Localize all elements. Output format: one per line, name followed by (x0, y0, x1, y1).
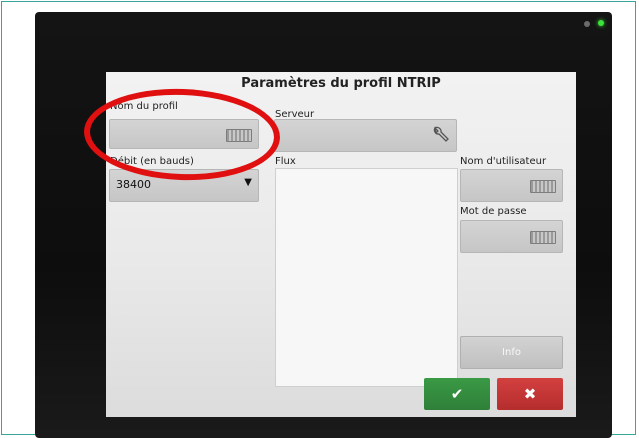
baud-rate-value: 38400 (116, 178, 151, 191)
username-field[interactable] (460, 169, 563, 202)
keyboard-icon[interactable] (530, 180, 556, 193)
photo-frame: Paramètres du profil NTRIP Nom du profil… (1, 1, 636, 438)
close-icon: ✖ (523, 385, 537, 403)
confirm-button[interactable]: ✔ (424, 378, 490, 410)
username-label: Nom d'utilisateur (460, 156, 547, 167)
password-label: Mot de passe (460, 206, 527, 217)
stream-label: Flux (275, 156, 296, 167)
status-led-off (584, 21, 590, 27)
dropdown-arrow-icon: ▼ (244, 177, 252, 188)
cancel-button[interactable]: ✖ (497, 378, 563, 410)
stream-list[interactable] (275, 168, 458, 387)
password-field[interactable] (460, 220, 563, 253)
server-field[interactable] (274, 119, 457, 152)
checkmark-icon: ✔ (450, 385, 464, 403)
keyboard-icon[interactable] (530, 231, 556, 244)
status-led-on (598, 20, 604, 26)
wrench-icon[interactable] (430, 125, 450, 145)
info-button[interactable]: Info (460, 336, 563, 369)
